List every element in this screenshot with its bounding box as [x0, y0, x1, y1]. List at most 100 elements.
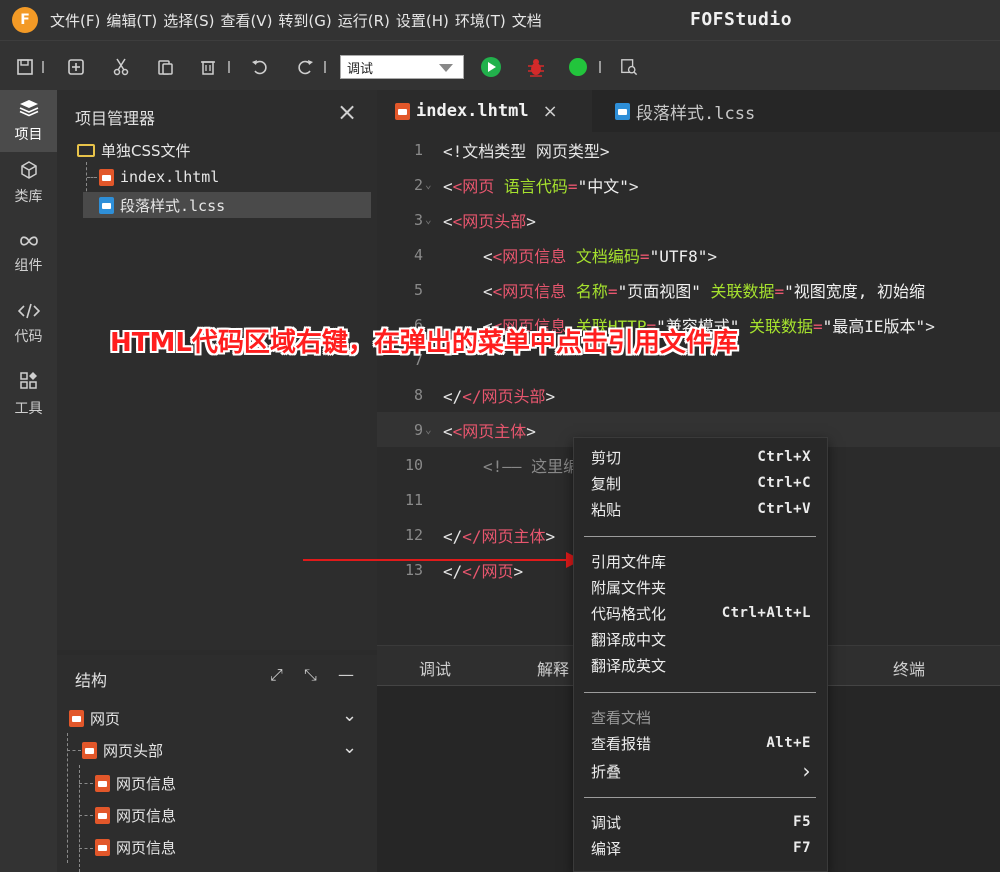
tree-file-selected[interactable]: 段落样式.lcss [83, 192, 371, 218]
fold-icon[interactable]: ⌄ [425, 178, 432, 191]
menu-item-view-errors[interactable]: 查看报错 Alt+E [591, 730, 811, 756]
menu-edit[interactable]: 编辑(T) [106, 10, 157, 31]
toolbar-separator [42, 61, 44, 73]
menu-file[interactable]: 文件(F) [50, 10, 100, 31]
collapse-icon[interactable]: ⤡ [304, 665, 317, 685]
preview-icon[interactable] [620, 58, 638, 76]
undo-icon[interactable] [251, 58, 269, 76]
code-line: 2 ⌄ <<网页 语言代码="中文"> [377, 167, 1000, 202]
redo-icon[interactable] [296, 58, 314, 76]
debug-icon[interactable] [525, 56, 547, 78]
close-icon[interactable]: × [337, 98, 357, 126]
menu-item-shortcut: F5 [793, 814, 811, 830]
menu-item-fold[interactable]: 折叠 › [591, 758, 811, 784]
menu-item-label: 查看文档 [591, 708, 652, 727]
structure-node[interactable]: 网页信息 [95, 770, 176, 796]
code-line: 5 <<网页信息 名称="页面视图" 关联数据="视图宽度, 初始缩 [377, 272, 1000, 307]
run-icon[interactable] [480, 56, 502, 78]
menu-item-debug[interactable]: 调试 F5 [591, 809, 811, 835]
minimize-icon[interactable]: — [338, 665, 354, 684]
menu-item-reference-library[interactable]: 引用文件库 [591, 548, 811, 574]
menu-item-translate-english[interactable]: 翻译成英文 [591, 652, 811, 678]
line-number: 1 [413, 140, 423, 159]
tree-file[interactable]: index.lhtml [99, 164, 219, 190]
chevron-down-icon[interactable]: ⌄ [342, 737, 357, 758]
activity-item-project[interactable]: 项目 [0, 90, 57, 152]
activity-item-components[interactable]: 组件 [0, 223, 57, 285]
code-line: 3 ⌄ <<网页头部> [377, 202, 1000, 237]
activity-label: 工具 [14, 400, 43, 417]
chevron-down-icon [439, 64, 453, 72]
menu-settings[interactable]: 设置(H) [396, 10, 449, 31]
fold-icon[interactable]: ⌄ [425, 423, 432, 436]
menu-item-copy[interactable]: 复制 Ctrl+C [591, 470, 811, 496]
menu-goto[interactable]: 转到(G) [278, 10, 331, 31]
menu-docs[interactable]: 文档 [512, 10, 542, 31]
menu-item-shortcut: F7 [793, 840, 811, 856]
activity-item-library[interactable]: 类库 [0, 152, 57, 214]
activity-item-tools[interactable]: 工具 [0, 363, 57, 425]
expand-icon[interactable]: ⤢ [270, 665, 283, 685]
structure-node-label: 网页头部 [103, 741, 164, 760]
tab-index-lhtml[interactable]: index.lhtml × [377, 90, 592, 132]
fold-icon[interactable]: ⌄ [425, 213, 432, 226]
cut-icon[interactable] [112, 58, 130, 76]
code-text: <<网页主体> [443, 421, 536, 441]
tab-debug[interactable]: 调试 [419, 656, 451, 680]
css-file-icon [615, 102, 630, 120]
paste-icon[interactable] [156, 58, 174, 76]
folder-icon [77, 143, 95, 157]
menu-item-label: 折叠 [591, 762, 622, 781]
menu-item-label: 翻译成中文 [591, 630, 667, 649]
save-icon[interactable] [16, 58, 34, 76]
chevron-right-icon: › [802, 759, 811, 783]
run-mode-select[interactable]: 调试 [340, 55, 464, 79]
tree-folder-label: 单独CSS文件 [101, 141, 191, 160]
structure-node[interactable]: 网页信息 [95, 834, 176, 860]
menu-item-compile[interactable]: 编译 F7 [591, 835, 811, 861]
menu-item-label: 翻译成英文 [591, 656, 667, 675]
run-mode-value: 调试 [347, 61, 374, 77]
structure-node[interactable]: 网页信息 [95, 802, 176, 828]
new-file-icon[interactable] [67, 58, 85, 76]
delete-icon[interactable] [199, 58, 217, 76]
menu-item-cut[interactable]: 剪切 Ctrl+X [591, 444, 811, 470]
menu-item-view-docs[interactable]: 查看文档 [591, 704, 811, 730]
project-explorer: 项目管理器 × 单独CSS文件 index.lhtml 段落样式.lcss [57, 90, 377, 650]
record-icon[interactable] [568, 57, 588, 77]
line-number: 8 [413, 385, 423, 404]
close-icon[interactable]: × [543, 101, 558, 122]
menu-run[interactable]: 运行(R) [338, 10, 390, 31]
menu-item-attached-folder[interactable]: 附属文件夹 [591, 574, 811, 600]
tag-icon [95, 774, 110, 792]
activity-label: 项目 [14, 126, 43, 143]
structure-node[interactable]: 网页 [69, 705, 120, 731]
activity-item-code[interactable]: 代码 [0, 293, 57, 355]
structure-node[interactable]: 网页头部 [82, 737, 163, 763]
layers-icon [19, 99, 39, 121]
menu-item-paste[interactable]: 粘贴 Ctrl+V [591, 496, 811, 522]
tab-paragraph-style[interactable]: 段落样式.lcss [597, 90, 797, 132]
tag-icon [82, 741, 97, 759]
line-number: 13 [404, 560, 423, 579]
menu-item-shortcut: Ctrl+V [757, 501, 811, 517]
chevron-down-icon[interactable]: ⌄ [342, 705, 357, 726]
menu-item-translate-chinese[interactable]: 翻译成中文 [591, 626, 811, 652]
menu-item-label: 附属文件夹 [591, 578, 667, 597]
menu-separator [584, 536, 816, 537]
menu-item-format-code[interactable]: 代码格式化 Ctrl+Alt+L [591, 600, 811, 626]
tree-folder[interactable]: 单独CSS文件 [77, 137, 191, 163]
tag-icon [95, 806, 110, 824]
menu-view[interactable]: 查看(V) [220, 10, 272, 31]
toolbar-separator [228, 61, 230, 73]
line-number: 11 [404, 490, 423, 509]
activity-label: 组件 [14, 257, 43, 274]
menu-item-label: 复制 [591, 474, 622, 493]
menu-environment[interactable]: 环境(T) [455, 10, 506, 31]
tab-interpret[interactable]: 解释 [537, 656, 569, 680]
tab-terminal[interactable]: 终端 [893, 656, 925, 680]
editor-tabs: index.lhtml × 段落样式.lcss [377, 90, 1000, 132]
structure-node-label: 网页信息 [116, 774, 177, 793]
code-text: <<网页信息 名称="页面视图" 关联数据="视图宽度, 初始缩 [483, 281, 926, 301]
menu-select[interactable]: 选择(S) [163, 10, 214, 31]
